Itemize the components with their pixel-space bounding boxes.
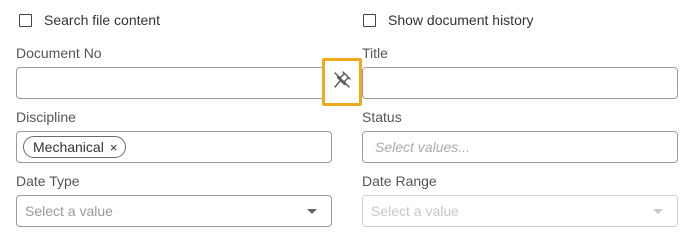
search-file-content-checkbox[interactable]: [19, 13, 32, 27]
show-document-history-label: Show document history: [388, 12, 534, 28]
date-type-select[interactable]: Select a value: [16, 195, 332, 227]
show-document-history-option[interactable]: Show document history: [363, 10, 534, 30]
search-file-content-option[interactable]: Search file content: [19, 10, 160, 30]
title-label: Title: [362, 45, 388, 61]
chevron-down-icon: [653, 209, 663, 214]
pin-off-icon: [331, 69, 353, 96]
unpin-button[interactable]: [322, 58, 362, 106]
search-file-content-label: Search file content: [44, 12, 160, 28]
status-label: Status: [362, 109, 402, 125]
date-type-label: Date Type: [16, 173, 80, 189]
date-range-placeholder: Select a value: [371, 203, 459, 219]
document-no-input[interactable]: [16, 67, 332, 99]
date-type-placeholder: Select a value: [25, 203, 113, 219]
show-document-history-checkbox[interactable]: [363, 13, 376, 27]
chip-remove-icon[interactable]: ×: [110, 141, 118, 154]
chevron-down-icon: [307, 209, 317, 214]
date-range-select[interactable]: Select a value: [362, 195, 678, 227]
status-placeholder: Select values...: [375, 139, 470, 155]
discipline-chip-label: Mechanical: [33, 139, 104, 155]
discipline-multiselect[interactable]: Mechanical ×: [16, 131, 332, 163]
date-range-label: Date Range: [362, 173, 437, 189]
discipline-chip: Mechanical ×: [23, 136, 127, 158]
status-multiselect[interactable]: Select values...: [362, 131, 678, 163]
document-no-label: Document No: [16, 45, 102, 61]
discipline-label: Discipline: [16, 109, 76, 125]
title-input[interactable]: [362, 67, 678, 99]
